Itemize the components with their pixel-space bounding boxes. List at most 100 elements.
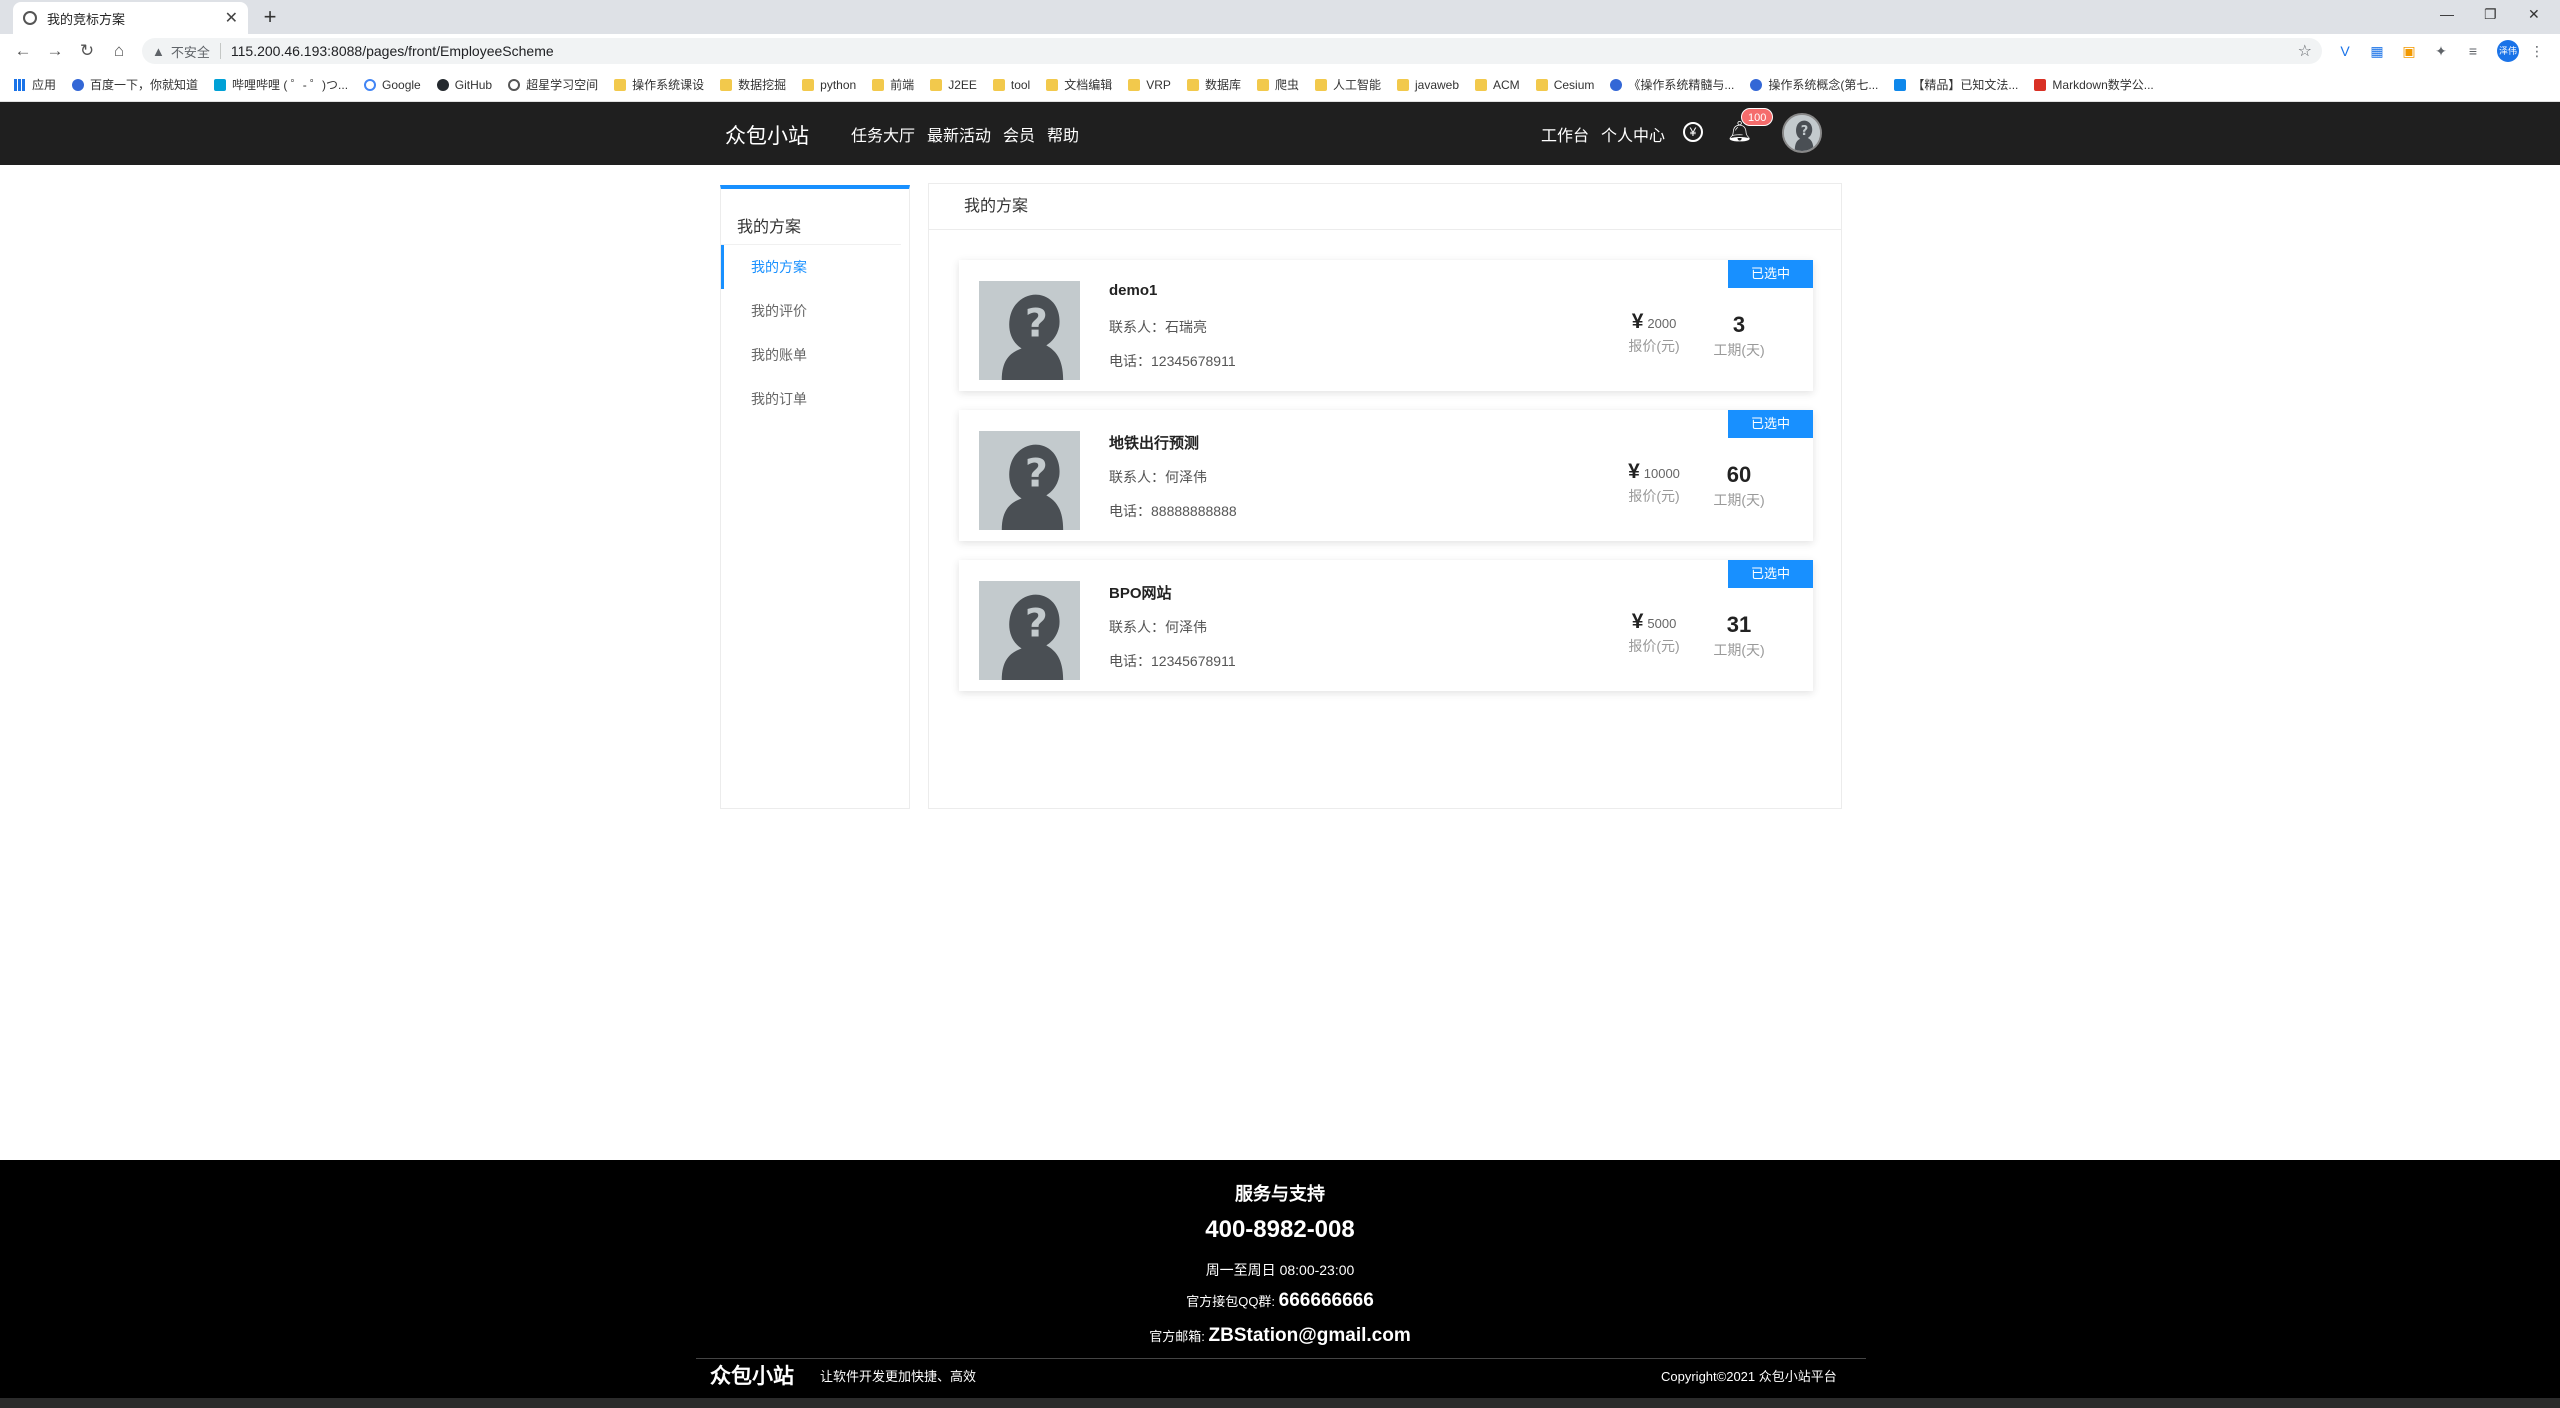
- extension-grid-icon[interactable]: ▦: [2368, 42, 2386, 60]
- user-nav: 工作台 个人中心: [1541, 122, 1665, 146]
- bookmark-item[interactable]: 百度一下，你就知道: [72, 76, 198, 93]
- menu-kebab-icon[interactable]: ⋮: [2528, 42, 2546, 60]
- price-value: 5000: [1647, 616, 1677, 631]
- price-value: 10000: [1643, 466, 1680, 481]
- home-icon[interactable]: ⌂: [108, 40, 130, 62]
- bookmark-item[interactable]: Markdown数学公...: [2034, 76, 2154, 93]
- bookmark-item[interactable]: 操作系统概念(第七...: [1750, 76, 1878, 93]
- nav-personal-center[interactable]: 个人中心: [1601, 122, 1665, 146]
- bookmarks-bar: 应用 百度一下，你就知道 哔哩哔哩 ( ゜- ゜)つ... Google Git…: [0, 68, 2560, 102]
- bookmark-folder[interactable]: tool: [992, 77, 1031, 92]
- site-logo[interactable]: 众包小站: [725, 120, 809, 150]
- scheme-name: BPO网站: [1109, 585, 1172, 602]
- forward-icon[interactable]: →: [44, 40, 66, 62]
- bookmark-folder[interactable]: 文档编辑: [1046, 76, 1112, 93]
- divider: [219, 43, 221, 59]
- scheme-name: demo1: [1109, 282, 1158, 299]
- bookmark-folder[interactable]: javaweb: [1396, 78, 1459, 92]
- scheme-name: 地铁出行预测: [1109, 435, 1200, 452]
- bookmark-star-icon[interactable]: ☆: [2298, 41, 2312, 61]
- yuan-icon[interactable]: ¥: [1683, 122, 1703, 142]
- bookmark-folder[interactable]: python: [802, 78, 856, 92]
- bookmark-folder[interactable]: 爬虫: [1256, 76, 1299, 93]
- svg-text:?: ?: [1801, 124, 1809, 139]
- baidu-icon: [1610, 78, 1623, 91]
- scheme-card[interactable]: ? demo1 联系人：石瑞亮 电话：12345678911 ¥2000 报价(…: [959, 260, 1813, 391]
- footer-slogan: 让软件开发更加快捷、高效: [820, 1369, 977, 1384]
- bookmark-folder[interactable]: 数据库: [1186, 76, 1241, 93]
- user-avatar[interactable]: ?: [1782, 113, 1822, 153]
- bookmark-label: tool: [1010, 77, 1031, 92]
- bilibili-icon: [214, 78, 227, 91]
- globe-icon: [508, 78, 521, 91]
- mail-address[interactable]: ZBStation@gmail.com: [1209, 1325, 1411, 1346]
- sidebar-item-my-bills[interactable]: 我的账单: [721, 333, 909, 377]
- sidebar-item-my-orders[interactable]: 我的订单: [721, 377, 909, 421]
- folder-icon: [802, 78, 815, 91]
- nav-help[interactable]: 帮助: [1047, 122, 1079, 146]
- profile-avatar[interactable]: 泽伟: [2497, 40, 2519, 62]
- nav-latest-activity[interactable]: 最新活动: [927, 122, 991, 146]
- folder-icon: [1128, 78, 1141, 91]
- window-close-button[interactable]: ✕: [2528, 6, 2540, 23]
- folder-icon: [1475, 78, 1488, 91]
- bookmark-item[interactable]: 超星学习空间: [508, 76, 598, 93]
- close-tab-icon[interactable]: ✕: [225, 8, 238, 28]
- bookmark-folder[interactable]: Cesium: [1535, 77, 1595, 92]
- bookmark-item[interactable]: 《操作系统精髓与...: [1610, 76, 1734, 93]
- status-badge: 已选中: [1728, 560, 1813, 588]
- nav-task-hall[interactable]: 任务大厅: [851, 122, 915, 146]
- nav-membership[interactable]: 会员: [1003, 122, 1035, 146]
- svg-text:?: ?: [1025, 300, 1048, 346]
- bookmark-item[interactable]: 【精品】已知文法...: [1894, 76, 2018, 93]
- folder-icon: [1046, 78, 1059, 91]
- bookmark-folder[interactable]: 前端: [872, 76, 914, 93]
- price-label: 报价(元): [1628, 488, 1680, 504]
- extension-v-icon[interactable]: V: [2336, 42, 2354, 60]
- bookmark-label: ACM: [1493, 77, 1520, 92]
- bookmark-item[interactable]: Google: [364, 78, 421, 92]
- bookmark-label: 【精品】已知文法...: [1912, 78, 2019, 92]
- markdown-icon: [2034, 78, 2047, 91]
- scheme-card[interactable]: ? BPO网站 联系人：何泽伟 电话：12345678911 ¥5000 报价(…: [959, 560, 1813, 691]
- folder-icon: [1256, 78, 1269, 91]
- address-bar[interactable]: ▲ 不安全 115.200.46.193:8088/pages/front/Em…: [142, 38, 2322, 64]
- bookmark-label: GitHub: [454, 77, 493, 92]
- browser-tab[interactable]: 我的竞标方案 ✕: [13, 2, 248, 34]
- bookmark-item[interactable]: 应用: [14, 76, 56, 93]
- folder-icon: [1186, 78, 1199, 91]
- bookmark-label: 人工智能: [1332, 78, 1381, 92]
- bookmark-label: Cesium: [1553, 77, 1595, 92]
- new-tab-button[interactable]: +: [258, 6, 282, 30]
- bookmark-folder[interactable]: 操作系统课设: [614, 76, 704, 93]
- back-icon[interactable]: ←: [12, 40, 34, 62]
- price-value: 2000: [1647, 316, 1677, 331]
- scheme-contact: 联系人：石瑞亮: [1109, 319, 1207, 335]
- bookmark-folder[interactable]: J2EE: [930, 78, 977, 92]
- minimize-button[interactable]: —: [2440, 6, 2454, 22]
- scheme-period: 60 工期(天): [1699, 462, 1779, 510]
- restore-button[interactable]: ❐: [2484, 6, 2497, 23]
- footer-email: 官方邮箱: ZBStation@gmail.com: [0, 1325, 2560, 1347]
- bookmark-item[interactable]: GitHub: [436, 77, 493, 92]
- sidebar-item-my-reviews[interactable]: 我的评价: [721, 289, 909, 333]
- folder-icon: [992, 78, 1005, 91]
- bookmark-folder[interactable]: ACM: [1475, 78, 1520, 92]
- period-value: 60: [1726, 462, 1752, 487]
- reload-icon[interactable]: ↻: [76, 40, 98, 62]
- bookmark-folder[interactable]: 人工智能: [1314, 76, 1381, 93]
- extensions-puzzle-icon[interactable]: ✦: [2432, 42, 2450, 60]
- bookmark-folder[interactable]: 数据挖掘: [720, 76, 786, 93]
- baidu-icon: [1750, 78, 1763, 91]
- url-text[interactable]: 115.200.46.193:8088/pages/front/Employee…: [231, 43, 2298, 59]
- reading-list-icon[interactable]: ≡: [2464, 42, 2482, 60]
- baidu-icon: [72, 78, 85, 91]
- scheme-card[interactable]: ? 地铁出行预测 联系人：何泽伟 电话：88888888888 ¥10000 报…: [959, 410, 1813, 541]
- folder-icon: [1396, 78, 1409, 91]
- bookmark-folder[interactable]: VRP: [1128, 78, 1171, 92]
- bookmark-item[interactable]: 哔哩哔哩 ( ゜- ゜)つ...: [214, 76, 348, 93]
- nav-workbench[interactable]: 工作台: [1541, 122, 1589, 146]
- sidebar-item-my-schemes[interactable]: 我的方案: [721, 245, 909, 289]
- sidebar: 我的方案 我的方案 我的评价 我的账单 我的订单: [720, 185, 910, 809]
- extension-square-icon[interactable]: ▣: [2400, 42, 2418, 60]
